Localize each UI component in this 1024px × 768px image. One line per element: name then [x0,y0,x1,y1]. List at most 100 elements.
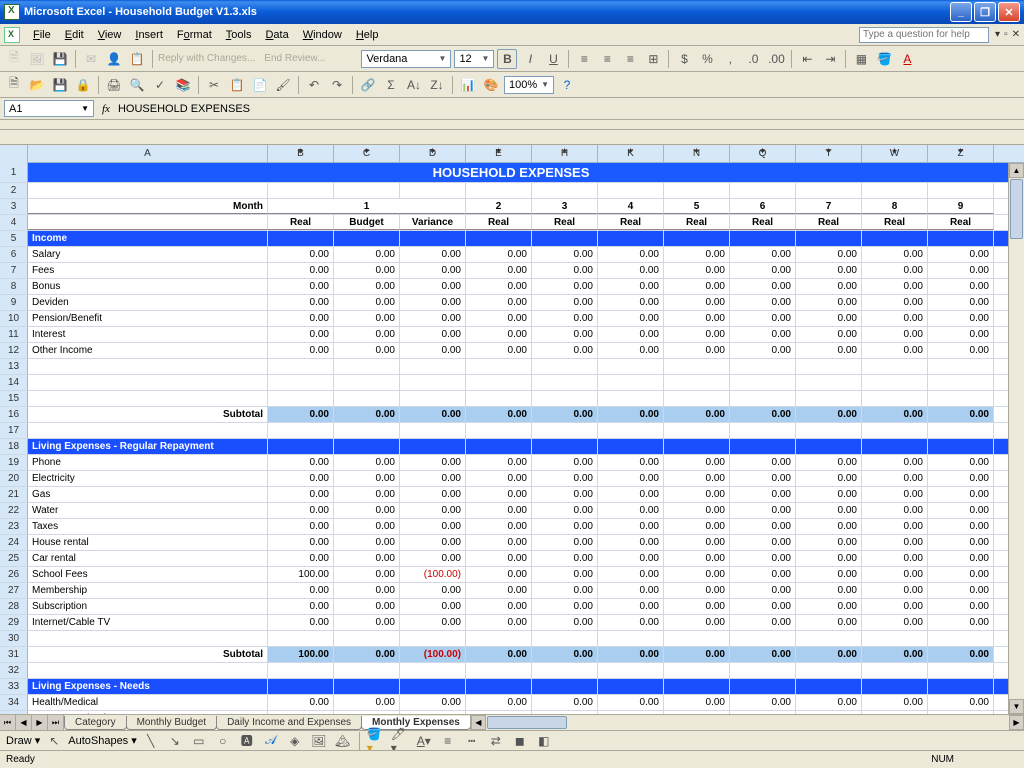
row-header[interactable]: 2 [0,183,28,198]
cell[interactable] [400,679,466,694]
table-row[interactable]: 13 [0,359,1008,375]
cell[interactable]: Fees [28,263,268,278]
cell[interactable] [796,423,862,438]
diagram-button[interactable]: ◈ [285,731,305,751]
cell[interactable]: Real [796,215,862,230]
row-header[interactable]: 30 [0,631,28,646]
cell[interactable]: 0.00 [928,503,994,518]
menu-file[interactable]: File [26,27,58,43]
cell[interactable]: 0.00 [730,295,796,310]
cell[interactable]: 0.00 [466,471,532,486]
cell[interactable] [532,679,598,694]
line-button[interactable]: ╲ [141,731,161,751]
cell[interactable]: 0.00 [532,407,598,422]
cell[interactable]: 0.00 [598,551,664,566]
cell[interactable]: 0.00 [400,583,466,598]
cell[interactable]: 9 [928,199,994,214]
align-right-button[interactable]: ≡ [620,49,640,69]
line-color-button[interactable]: 🖊▾ [390,731,410,751]
cell[interactable]: 0.00 [730,279,796,294]
cell[interactable] [400,423,466,438]
cell[interactable]: 0.00 [730,407,796,422]
cell[interactable] [400,231,466,246]
cell[interactable]: Budget [334,215,400,230]
cell[interactable]: 0.00 [862,615,928,630]
arrow-style-button[interactable]: ⇄ [486,731,506,751]
cell[interactable] [664,663,730,678]
cell[interactable]: 0.00 [862,487,928,502]
cell[interactable] [28,183,268,198]
cell[interactable]: 0.00 [796,567,862,582]
decrease-indent-button[interactable]: ⇤ [797,49,817,69]
cell[interactable] [334,183,400,198]
row-header[interactable]: 6 [0,247,28,262]
cell[interactable]: 0.00 [664,407,730,422]
cell[interactable]: Electricity [28,471,268,486]
cell[interactable] [400,439,466,454]
row-header[interactable]: 25 [0,551,28,566]
cell[interactable]: Subscription [28,599,268,614]
cell[interactable] [334,423,400,438]
cell[interactable]: 0.00 [598,519,664,534]
cell[interactable]: 0.00 [400,407,466,422]
cell[interactable]: 0.00 [928,487,994,502]
menu-insert[interactable]: Insert [128,27,170,43]
cell[interactable]: 0.00 [466,599,532,614]
cell[interactable]: 0.00 [862,503,928,518]
cell[interactable] [466,439,532,454]
row-header[interactable]: 19 [0,455,28,470]
cell[interactable]: 0.00 [532,311,598,326]
clipart-button[interactable]: 🖼 [309,731,329,751]
cell[interactable]: Real [730,215,796,230]
cell[interactable] [862,663,928,678]
cell[interactable]: 0.00 [532,295,598,310]
cell[interactable] [268,439,334,454]
cell[interactable] [400,391,466,406]
cell[interactable]: 0.00 [598,487,664,502]
picture-button[interactable]: 🏔 [333,731,353,751]
cell[interactable]: 0.00 [796,471,862,486]
cell[interactable]: 0.00 [928,615,994,630]
cell[interactable]: 0.00 [664,647,730,662]
cell[interactable]: 0.00 [268,471,334,486]
cell[interactable]: 8 [862,199,928,214]
cell[interactable] [466,423,532,438]
cell[interactable]: 0.00 [796,503,862,518]
tab-last-button[interactable]: ⏭ [48,715,64,730]
table-row[interactable]: 12Other Income0.000.000.000.000.000.000.… [0,343,1008,359]
align-center-button[interactable]: ≡ [597,49,617,69]
cell[interactable]: Living Expenses - Needs [28,679,268,694]
sort-desc-button[interactable]: Z↓ [427,75,447,95]
row-header[interactable]: 33 [0,679,28,694]
cell[interactable]: 0.00 [466,407,532,422]
merge-button[interactable]: ⊞ [643,49,663,69]
cell[interactable] [28,631,268,646]
cell[interactable]: 0.00 [532,327,598,342]
table-row[interactable]: 2 [0,183,1008,199]
cell[interactable]: 0.00 [664,247,730,262]
line-style-button[interactable]: ≡ [438,731,458,751]
cell[interactable]: 0.00 [334,567,400,582]
scroll-up-button[interactable]: ▲ [1009,163,1024,178]
cell[interactable]: 0.00 [334,519,400,534]
cell[interactable]: 0.00 [730,263,796,278]
row-header[interactable]: 34 [0,695,28,710]
cell[interactable] [400,183,466,198]
cell[interactable] [664,439,730,454]
cell[interactable] [268,231,334,246]
cell[interactable]: 0.00 [862,551,928,566]
cell[interactable]: 0.00 [268,327,334,342]
cell[interactable]: 4 [598,199,664,214]
cell[interactable]: 0.00 [928,599,994,614]
cell[interactable]: 0.00 [928,519,994,534]
column-header[interactable]: A [28,145,268,162]
cell[interactable]: 0.00 [268,487,334,502]
scroll-right-button[interactable]: ▶ [1009,715,1024,730]
select-objects-button[interactable]: ↖ [44,731,64,751]
cell[interactable]: Living Expenses - Regular Repayment [28,439,268,454]
cell[interactable]: 0.00 [598,567,664,582]
cell[interactable]: 0.00 [862,599,928,614]
cell[interactable]: 0.00 [928,263,994,278]
cell[interactable]: 0.00 [334,263,400,278]
cell[interactable]: 0.00 [532,695,598,710]
